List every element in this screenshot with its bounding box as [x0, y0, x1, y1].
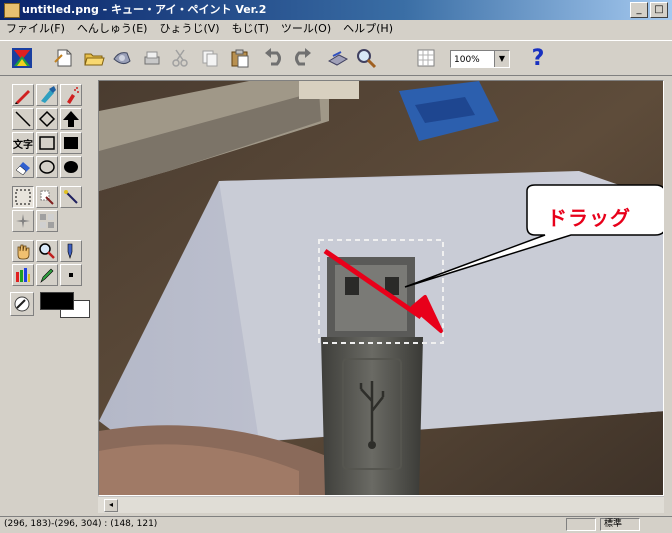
magnifier-tool-icon[interactable] — [36, 240, 58, 262]
text-tool-icon[interactable]: 文字 — [12, 132, 34, 154]
magic-wand-tool-icon[interactable] — [60, 186, 82, 208]
polygon-tool-icon[interactable] — [36, 108, 58, 130]
fill-polygon-tool-icon[interactable] — [60, 108, 82, 130]
print-icon[interactable] — [140, 46, 164, 70]
copy-icon[interactable] — [198, 46, 222, 70]
scroll-left-icon[interactable]: ◂ — [104, 499, 118, 512]
chevron-down-icon[interactable]: ▼ — [494, 51, 509, 67]
rectangle-tool-icon[interactable] — [36, 132, 58, 154]
scanner-icon[interactable] — [326, 46, 350, 70]
brush-tool-icon[interactable] — [36, 84, 58, 106]
color-swatches — [38, 292, 92, 318]
eraser-tool-icon[interactable] — [12, 156, 34, 178]
pipette-tool-icon[interactable] — [36, 186, 58, 208]
minimize-button[interactable]: _ — [630, 2, 648, 18]
horizontal-scrollbar[interactable]: ◂ — [98, 496, 664, 513]
canvas-photo — [99, 81, 663, 495]
zoom-value: 100% — [454, 55, 480, 65]
palette-tool-icon[interactable] — [12, 264, 34, 286]
color-picker-icon[interactable] — [10, 292, 34, 316]
menu-tool[interactable]: ツール(O) — [279, 20, 333, 38]
menu-view[interactable]: ひょうじ(V) — [157, 20, 221, 38]
title-bar: untitled.png - キュー・アイ・ペイント Ver.2 _ □ — [0, 0, 672, 20]
app-icon[interactable] — [4, 3, 20, 18]
menu-text[interactable]: もじ(T) — [230, 20, 271, 38]
fill-ellipse-tool-icon[interactable] — [60, 156, 82, 178]
status-bar: (296, 183)-(296, 304) : (148, 121) 標準 — [0, 516, 672, 533]
select-tool-icon[interactable] — [12, 186, 34, 208]
line-tool-icon[interactable] — [12, 108, 34, 130]
marker-tool-icon[interactable] — [36, 264, 58, 286]
hand-tool-icon[interactable] — [12, 240, 34, 262]
window-title: untitled.png - キュー・アイ・ペイント Ver.2 — [22, 3, 267, 16]
callout-text: ドラッグ — [547, 206, 631, 230]
help-icon[interactable]: ? — [526, 46, 550, 71]
menu-file[interactable]: ファイル(F) — [4, 20, 67, 38]
open-folder-icon[interactable] — [82, 46, 106, 70]
paste-icon[interactable] — [228, 46, 252, 70]
logo-icon[interactable] — [10, 46, 34, 70]
undo-icon[interactable] — [262, 46, 286, 70]
foreground-color-swatch[interactable] — [40, 292, 74, 310]
pen-tool-icon[interactable] — [60, 240, 82, 262]
status-mode: 標準 — [600, 518, 640, 531]
ellipse-tool-icon[interactable] — [36, 156, 58, 178]
fill-rectangle-tool-icon[interactable] — [60, 132, 82, 154]
menu-edit[interactable]: へんしゅう(E) — [75, 20, 150, 38]
status-panel-empty — [566, 518, 596, 531]
redo-icon[interactable] — [290, 46, 314, 70]
grid-icon[interactable] — [414, 46, 438, 70]
cut-icon[interactable] — [168, 46, 192, 70]
maximize-button[interactable]: □ — [650, 2, 668, 18]
save-icon[interactable] — [110, 46, 134, 70]
new-file-icon[interactable] — [52, 46, 76, 70]
zoom-icon[interactable] — [354, 46, 378, 70]
dot-size-icon[interactable] — [60, 264, 82, 286]
menu-help[interactable]: ヘルプ(H) — [341, 20, 395, 38]
mosaic-tool-icon[interactable] — [36, 210, 58, 232]
pencil-tool-icon[interactable] — [12, 84, 34, 106]
stamp-tool-icon[interactable] — [12, 210, 34, 232]
zoom-select[interactable]: 100% ▼ — [450, 50, 510, 68]
status-coordinates: (296, 183)-(296, 304) : (148, 121) — [4, 519, 158, 529]
spray-tool-icon[interactable] — [60, 84, 82, 106]
menu-bar: ファイル(F) へんしゅう(E) ひょうじ(V) もじ(T) ツール(O) ヘル… — [0, 20, 672, 38]
toolbar: 100% ▼ ? — [0, 40, 672, 76]
image-canvas[interactable] — [98, 80, 664, 496]
toolbox: 文字 — [4, 80, 94, 500]
